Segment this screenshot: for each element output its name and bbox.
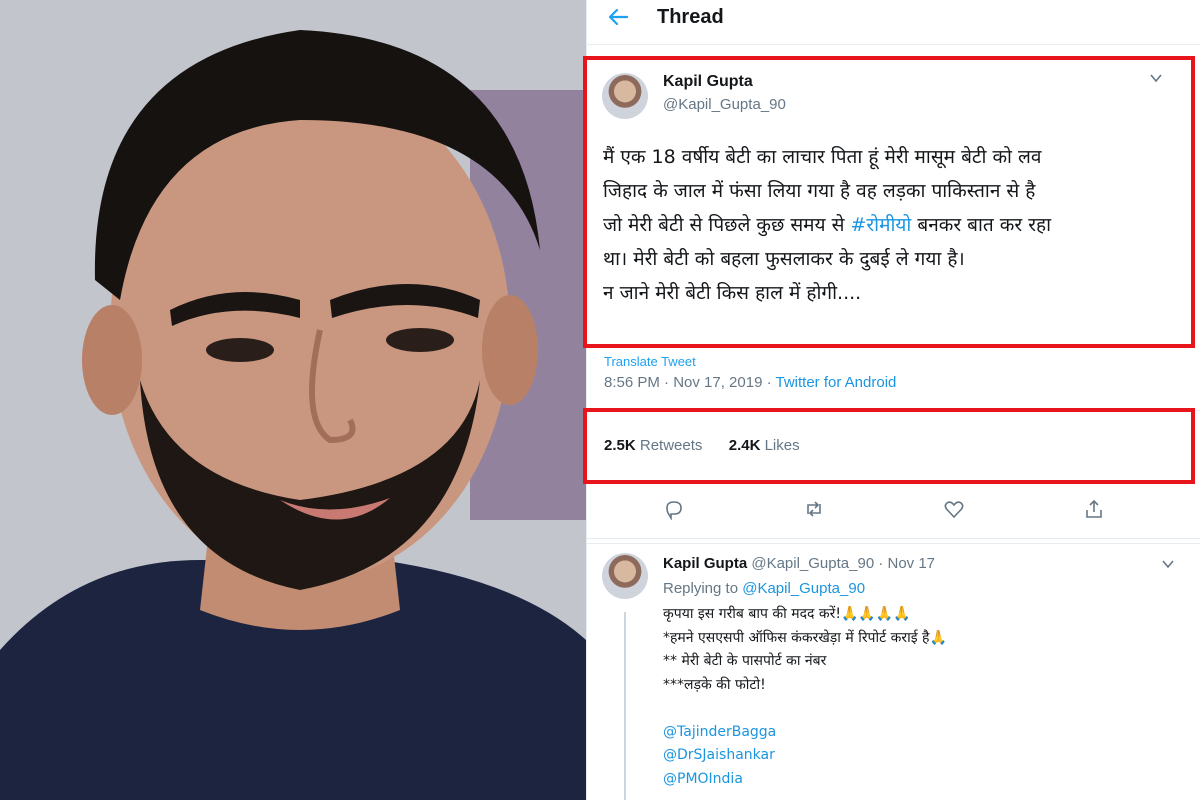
highlight-box-stats — [583, 408, 1195, 484]
tweet-source-link[interactable]: Twitter for Android — [775, 374, 896, 391]
share-icon[interactable] — [1083, 498, 1109, 524]
mention-link[interactable]: @DrSJaishankar — [663, 744, 1183, 768]
replying-to: Replying to @Kapil_Gupta_90 — [663, 580, 865, 597]
reply-divider — [587, 543, 1200, 544]
reply-body: कृपया इस गरीब बाप की मदद करें!🙏🙏🙏🙏 *हमने… — [663, 603, 1183, 791]
reply-line: ***लड़के की फोटो! — [663, 676, 766, 693]
page-title: Thread — [657, 6, 724, 28]
tweet-thread-panel: Thread Kapil Gupta @Kapil_Gupta_90 मैं ए… — [583, 0, 1200, 800]
reply-author-meta[interactable]: @Kapil_Gupta_90 · Nov 17 — [751, 555, 935, 572]
translate-tweet-link[interactable]: Translate Tweet — [604, 354, 696, 369]
portrait-illustration — [0, 0, 586, 800]
reply-line: *हमने एसएसपी ऑफिस कंकरखेड़ा में रिपोर्ट … — [663, 629, 947, 646]
avatar[interactable] — [602, 553, 648, 599]
actions-divider — [587, 538, 1200, 539]
tweet-actions — [587, 490, 1200, 530]
tweet-timestamp: 8:56 PM · Nov 17, 2019 · Twitter for And… — [604, 374, 896, 391]
thread-connector — [624, 612, 626, 800]
reply-icon[interactable] — [663, 498, 689, 524]
back-arrow-icon[interactable] — [607, 6, 633, 32]
reply-header: Kapil Gupta @Kapil_Gupta_90 · Nov 17 — [663, 555, 935, 572]
reply-line: ** मेरी बेटी के पासपोर्ट का नंबर — [663, 653, 827, 669]
mention-link[interactable]: @PMOIndia — [663, 768, 1183, 792]
portrait-photo — [0, 0, 586, 800]
replying-to-link[interactable]: @Kapil_Gupta_90 — [742, 580, 865, 597]
reply-author-name[interactable]: Kapil Gupta — [663, 555, 747, 572]
reply-line — [663, 697, 1183, 721]
chevron-down-icon[interactable] — [1161, 556, 1175, 575]
highlight-box-tweet — [583, 56, 1195, 348]
reply-line: कृपया इस गरीब बाप की मदद करें!🙏🙏🙏🙏 — [663, 606, 911, 622]
thread-header: Thread — [587, 0, 1200, 40]
header-divider — [587, 44, 1200, 45]
like-icon[interactable] — [943, 498, 969, 524]
mention-link[interactable]: @TajinderBagga — [663, 721, 1183, 745]
replying-prefix: Replying to — [663, 580, 743, 597]
retweet-icon[interactable] — [803, 498, 829, 524]
tweet-time[interactable]: 8:56 PM · Nov 17, 2019 · — [604, 374, 775, 391]
